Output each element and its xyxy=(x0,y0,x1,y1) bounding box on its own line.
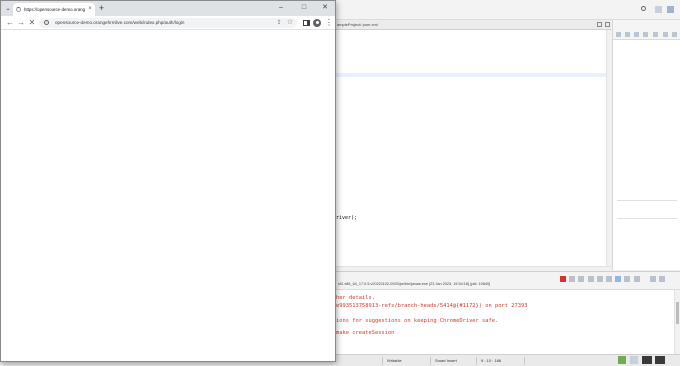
console-line: her details. xyxy=(336,295,375,301)
hide-fields-icon[interactable] xyxy=(634,32,639,37)
view-icon[interactable] xyxy=(655,356,665,364)
minimize-icon[interactable] xyxy=(663,32,668,37)
minimize-icon[interactable] xyxy=(597,22,602,27)
panel-divider xyxy=(617,200,677,201)
editor-tab-label[interactable]: ampleProject/ pom.xml xyxy=(337,22,378,27)
remove-launch-icon[interactable] xyxy=(569,276,575,282)
bookmark-star-icon[interactable]: ☆ xyxy=(286,19,294,27)
console-line: e993513758913-refs/branch-heads/5414@{#1… xyxy=(336,303,528,309)
ide-status-bar: Writable Smart Insert 9 : 10 : 186 xyxy=(336,354,680,366)
desktop-screen: ampleProject/ pom.xml river); nt2.x86_64… xyxy=(0,0,680,366)
ide-perspective-icon[interactable] xyxy=(655,6,662,13)
new-tab-plus-icon[interactable]: + xyxy=(97,4,106,13)
url-text[interactable]: opensource-demo.orangehrmlive.com/web/in… xyxy=(55,20,184,25)
maximize-icon[interactable] xyxy=(659,276,665,282)
view-menu-icon[interactable] xyxy=(653,32,658,37)
tab-close-icon[interactable]: × xyxy=(87,6,93,12)
view-icon[interactable] xyxy=(642,356,652,364)
console-output[interactable]: her details. e993513758913-refs/branch-h… xyxy=(336,290,674,354)
word-wrap-icon[interactable] xyxy=(606,276,612,282)
profile-avatar-icon[interactable] xyxy=(313,19,321,27)
current-line-highlight xyxy=(336,73,606,77)
open-console-icon[interactable] xyxy=(634,276,640,282)
status-separator xyxy=(476,357,477,365)
collapse-all-icon[interactable] xyxy=(616,32,621,37)
code-editor[interactable]: river); xyxy=(336,30,606,266)
ide-java-perspective-icon[interactable] xyxy=(667,6,674,13)
tab-search-chevron-down-icon[interactable]: ⌄ xyxy=(4,5,12,13)
progress-icon[interactable] xyxy=(618,356,626,364)
share-icon[interactable]: ⇪ xyxy=(275,19,283,27)
forward-arrow-right-icon[interactable]: → xyxy=(16,18,26,28)
console-line: ions for suggestions on keeping ChromeDr… xyxy=(336,318,499,324)
editor-tab-bar: ampleProject/ pom.xml xyxy=(336,20,611,30)
console-process-info: nt2.x86_64_17.0.5.v20221102-0933\jre\bin… xyxy=(338,282,491,286)
console-scrollbar[interactable] xyxy=(674,290,680,354)
more-vert-icon[interactable]: ⋮ xyxy=(325,18,333,28)
status-separator xyxy=(382,357,383,365)
tab-title: https://opensource-demo.orang xyxy=(24,7,86,12)
site-info-icon[interactable]: i xyxy=(44,20,49,25)
console-line: make createSession xyxy=(336,330,395,336)
terminate-icon[interactable] xyxy=(560,276,566,282)
window-restore-icon[interactable]: □ xyxy=(298,2,310,13)
hide-static-icon[interactable] xyxy=(643,32,648,37)
status-separator xyxy=(524,357,525,365)
clear-console-icon[interactable] xyxy=(588,276,594,282)
browser-toolbar: ← → ✕ i opensource-demo.orangehrmlive.co… xyxy=(1,16,335,30)
editor-vertical-scrollbar[interactable] xyxy=(606,30,611,266)
stop-close-icon[interactable]: ✕ xyxy=(27,18,37,28)
status-insert-mode: Smart Insert xyxy=(435,358,457,363)
remove-all-icon[interactable] xyxy=(578,276,584,282)
side-panel-icon[interactable] xyxy=(303,20,310,26)
ide-search-icon[interactable] xyxy=(641,6,646,11)
status-writable: Writable xyxy=(387,358,402,363)
tab-strip: ⌄ https://opensource-demo.orang × + – □ … xyxy=(1,1,335,16)
browser-tab[interactable]: https://opensource-demo.orang × xyxy=(13,3,95,16)
scroll-lock-icon[interactable] xyxy=(597,276,603,282)
display-console-icon[interactable] xyxy=(624,276,630,282)
panel-divider xyxy=(617,218,677,219)
outline-panel xyxy=(612,20,680,270)
address-bar[interactable]: i opensource-demo.orangehrmlive.com/web/… xyxy=(39,18,297,28)
window-close-icon[interactable]: ✕ xyxy=(319,2,331,13)
code-line: river); xyxy=(336,215,358,221)
chrome-window: ⌄ https://opensource-demo.orang × + – □ … xyxy=(0,0,336,362)
minimize-icon[interactable] xyxy=(650,276,656,282)
outline-panel-toolbar xyxy=(613,20,680,40)
maximize-icon[interactable] xyxy=(672,32,677,37)
maximize-icon[interactable] xyxy=(605,22,610,27)
scrollbar-thumb[interactable] xyxy=(676,302,679,324)
pin-console-icon[interactable] xyxy=(615,276,621,282)
notification-icon[interactable] xyxy=(630,356,638,364)
status-separator xyxy=(430,357,431,365)
page-viewport[interactable] xyxy=(1,30,335,361)
loading-spinner-icon xyxy=(16,7,21,12)
window-minimize-icon[interactable]: – xyxy=(275,2,287,13)
sort-icon[interactable] xyxy=(625,32,630,37)
status-cursor-position: 9 : 10 : 186 xyxy=(481,358,502,363)
console-toolbar xyxy=(336,271,680,290)
back-arrow-left-icon[interactable]: ← xyxy=(5,18,15,28)
